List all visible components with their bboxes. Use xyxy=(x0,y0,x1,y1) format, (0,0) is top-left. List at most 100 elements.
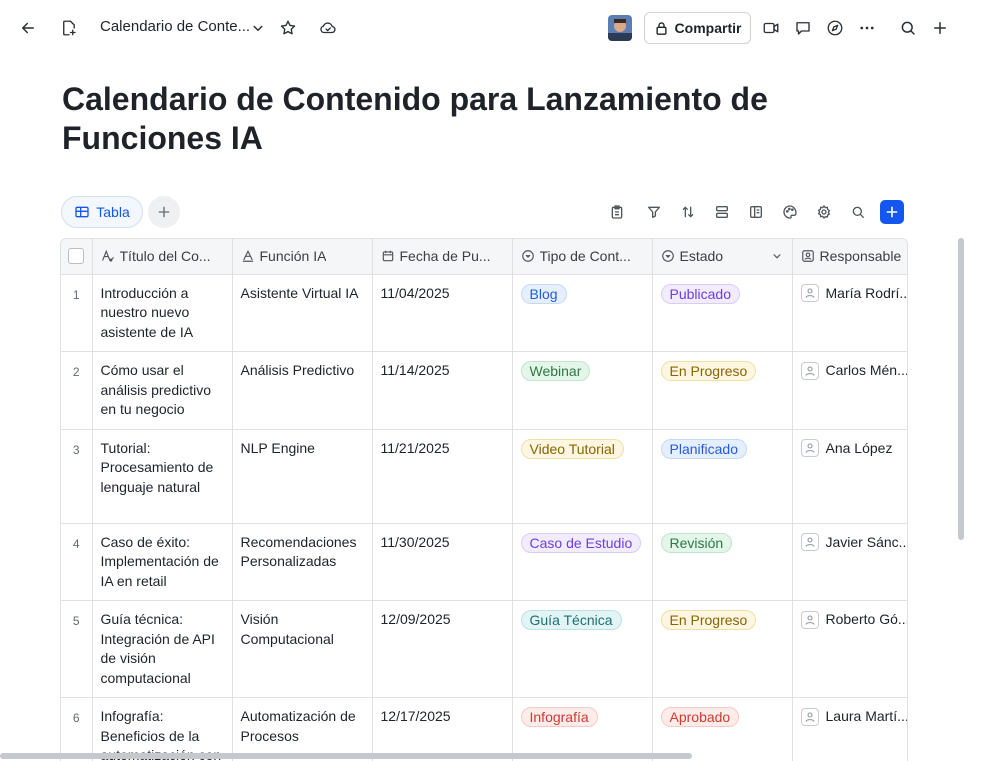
data-table: Título del Co... Función IA Fecha de Pu.… xyxy=(60,238,908,761)
cell-estado[interactable]: Aprobado xyxy=(652,697,793,761)
cell-tipo[interactable]: Infografía xyxy=(512,697,653,761)
fields-icon[interactable] xyxy=(744,200,768,224)
select-icon xyxy=(521,250,534,263)
column-header-fecha[interactable]: Fecha de Pu... xyxy=(372,239,513,275)
cell-fecha[interactable]: 11/04/2025 xyxy=(372,274,513,352)
cell-estado[interactable]: En Progreso xyxy=(652,600,793,698)
cell-funcion[interactable]: Análisis Predictivo xyxy=(232,351,373,430)
cell-tipo[interactable]: Webinar xyxy=(512,351,653,430)
cell-fecha[interactable]: 11/21/2025 xyxy=(372,429,513,524)
table-row[interactable]: 1 Introducción a nuestro nuevo asistente … xyxy=(61,274,908,352)
column-label: Función IA xyxy=(259,248,327,265)
person-chip: Laura Martí... xyxy=(800,707,907,727)
cell-fecha[interactable]: 12/09/2025 xyxy=(372,600,513,698)
cell-tipo[interactable]: Video Tutorial xyxy=(512,429,653,524)
search-icon[interactable] xyxy=(846,200,870,224)
sort-icon[interactable] xyxy=(676,200,700,224)
table-row[interactable]: 4 Caso de éxito: Implementación de IA en … xyxy=(61,523,907,601)
cell-fecha[interactable]: 12/17/2025 xyxy=(372,697,513,761)
tipo-tag: Blog xyxy=(520,283,567,304)
cell-estado[interactable]: Publicado xyxy=(652,274,793,352)
tab-tabla[interactable]: Tabla xyxy=(61,196,143,228)
cell-titulo[interactable]: Caso de éxito: Implementación de IA en r… xyxy=(92,523,233,601)
horizontal-scrollbar[interactable] xyxy=(0,753,692,759)
arrow-left-icon[interactable] xyxy=(15,15,41,41)
video-icon[interactable] xyxy=(758,15,784,41)
column-header-tipo[interactable]: Tipo de Cont... xyxy=(512,239,653,275)
cell-estado[interactable]: En Progreso xyxy=(652,351,793,430)
table-row[interactable]: 3 Tutorial: Procesamiento de lenguaje nat… xyxy=(61,429,907,524)
column-header-funcion[interactable]: Función IA xyxy=(232,239,373,275)
plus-icon[interactable] xyxy=(927,15,953,41)
settings-icon[interactable] xyxy=(812,200,836,224)
cell-responsable[interactable]: Ana López xyxy=(792,429,907,524)
cell-estado[interactable]: Planificado xyxy=(652,429,793,524)
vertical-scrollbar[interactable] xyxy=(958,238,964,540)
share-button[interactable]: Compartir xyxy=(644,12,751,44)
page-title: Calendario de Contenido para Lanzamiento… xyxy=(62,81,768,156)
cell-funcion[interactable]: Automatización de Procesos xyxy=(232,697,373,761)
palette-icon[interactable] xyxy=(778,200,802,224)
person-chip: Roberto Gó... xyxy=(800,610,907,630)
filter-icon[interactable] xyxy=(642,200,666,224)
table-row[interactable]: 5 Guía técnica: Integración de API de vis… xyxy=(61,600,907,698)
cell-funcion[interactable]: Recomendaciones Personalizadas xyxy=(232,523,373,601)
cell-funcion[interactable]: NLP Engine xyxy=(232,429,373,524)
cell-titulo[interactable]: Introducción a nuestro nuevo asistente d… xyxy=(92,274,233,352)
select-all-cell[interactable] xyxy=(61,239,93,275)
clipboard-icon[interactable] xyxy=(605,200,629,224)
add-record-button[interactable] xyxy=(880,200,904,224)
table-row[interactable]: 2 Cómo usar el análisis predictivo en tu … xyxy=(61,351,908,430)
cell-responsable[interactable]: Javier Sánc... xyxy=(792,523,907,601)
person-name: María Rodrí... xyxy=(825,284,908,301)
person-name: Carlos Mén... xyxy=(825,362,908,378)
cell-estado[interactable]: Revisión xyxy=(652,523,793,601)
column-label: Estado xyxy=(679,248,724,265)
cell-responsable[interactable]: Laura Martí... xyxy=(792,697,907,761)
cell-tipo[interactable]: Blog xyxy=(512,274,653,352)
cell-responsable[interactable]: Roberto Gó... xyxy=(792,600,907,698)
estado-tag: Planificado xyxy=(660,438,747,459)
row-number: 2 xyxy=(61,351,93,430)
plus-icon xyxy=(158,206,170,218)
cell-funcion[interactable]: Asistente Virtual IA xyxy=(232,274,373,352)
row-number: 6 xyxy=(61,697,93,761)
share-label: Compartir xyxy=(674,20,742,36)
person-icon xyxy=(800,533,819,552)
column-header-responsable[interactable]: Responsable xyxy=(792,239,907,275)
estado-tag: Revisión xyxy=(660,532,733,553)
cell-titulo[interactable]: Cómo usar el análisis predictivo en tu n… xyxy=(92,351,233,430)
cell-titulo[interactable]: Infografía: Beneficios de la automatizac… xyxy=(92,697,233,761)
group-icon[interactable] xyxy=(710,200,734,224)
add-view-button[interactable] xyxy=(148,196,180,228)
select-icon xyxy=(661,250,674,263)
cloud-icon[interactable] xyxy=(315,15,341,41)
chevron-down-icon[interactable] xyxy=(770,249,784,263)
search-icon[interactable] xyxy=(895,15,921,41)
lock-icon xyxy=(655,21,667,35)
select-all-checkbox[interactable] xyxy=(68,248,85,265)
column-header-titulo[interactable]: Título del Co... xyxy=(92,239,233,275)
cell-titulo[interactable]: Tutorial: Procesamiento de lenguaje natu… xyxy=(92,429,233,524)
person-chip: Carlos Mén... xyxy=(800,361,908,381)
cell-tipo[interactable]: Caso de Estudio xyxy=(512,523,653,601)
row-number: 5 xyxy=(61,600,93,698)
new-doc-icon[interactable] xyxy=(56,15,82,41)
star-icon[interactable] xyxy=(275,15,301,41)
document-title[interactable]: Calendario de Conte... xyxy=(100,18,250,35)
column-header-estado[interactable]: Estado xyxy=(652,239,793,275)
cell-tipo[interactable]: Guía Técnica xyxy=(512,600,653,698)
avatar[interactable] xyxy=(608,15,632,41)
compass-icon[interactable] xyxy=(822,15,848,41)
cell-fecha[interactable]: 11/30/2025 xyxy=(372,523,513,601)
table-row[interactable]: 6 Infografía: Beneficios de la automatiza… xyxy=(61,697,907,761)
chevron-down-icon[interactable] xyxy=(245,15,271,41)
cell-titulo[interactable]: Guía técnica: Integración de API de visi… xyxy=(92,600,233,698)
cell-responsable[interactable]: María Rodrí... xyxy=(792,274,908,352)
tipo-tag: Caso de Estudio xyxy=(520,532,642,553)
cell-fecha[interactable]: 11/14/2025 xyxy=(372,351,513,430)
cell-funcion[interactable]: Visión Computacional xyxy=(232,600,373,698)
comment-icon[interactable] xyxy=(790,15,816,41)
more-icon[interactable] xyxy=(854,15,880,41)
cell-responsable[interactable]: Carlos Mén... xyxy=(792,351,908,430)
